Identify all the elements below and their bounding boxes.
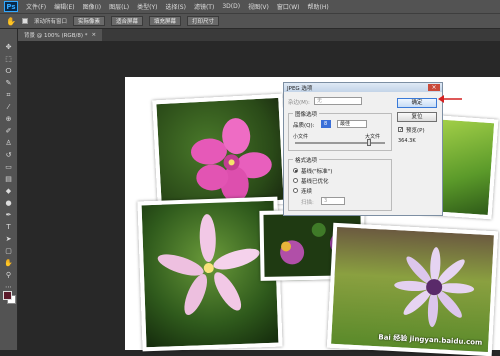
pink-flower-image bbox=[190, 118, 272, 203]
format-options-group: 格式选项 基线("标准") 基线已优化 连续 扫描: 3 bbox=[288, 156, 392, 211]
jpeg-options-dialog: JPEG 选项 × 杂边(M): 无 图像选项 品质(Q): 8 最佳 小文件 … bbox=[283, 82, 443, 216]
matte-select[interactable]: 无 bbox=[314, 97, 362, 105]
doc-tab-label: 背景 @ 100% (RGB/8) * bbox=[24, 33, 88, 39]
scan-label: 扫描: bbox=[301, 200, 314, 206]
scan-select[interactable]: 3 bbox=[321, 197, 345, 205]
preview-label: 预览(P) bbox=[406, 128, 425, 134]
baseline-standard-label: 基线("标准") bbox=[301, 169, 333, 175]
image-options-label: 图像选项 bbox=[293, 110, 320, 118]
ok-button[interactable]: 确定 bbox=[397, 98, 437, 108]
quality-value-input[interactable]: 8 bbox=[321, 120, 331, 128]
baseline-optimized-label: 基线已优化 bbox=[301, 179, 329, 185]
reset-button[interactable]: 复位 bbox=[397, 112, 437, 122]
progressive-label: 连续 bbox=[301, 189, 313, 195]
stamp-tool-icon[interactable]: ♙ bbox=[4, 139, 14, 147]
menu-select[interactable]: 选择(S) bbox=[165, 2, 186, 11]
path-select-tool-icon[interactable]: ➤ bbox=[4, 235, 14, 243]
crop-tool-icon[interactable]: ⌗ bbox=[4, 91, 14, 99]
close-icon[interactable]: × bbox=[428, 84, 440, 91]
menu-3d[interactable]: 3D(D) bbox=[222, 3, 240, 10]
marquee-tool-icon[interactable]: ⬚ bbox=[4, 55, 14, 63]
type-tool-icon[interactable]: T bbox=[4, 223, 14, 231]
quality-label: 品质(Q): bbox=[293, 123, 315, 129]
format-options-label: 格式选项 bbox=[293, 156, 320, 164]
matte-label: 杂边(M): bbox=[288, 100, 310, 106]
lasso-tool-icon[interactable]: ⵔ bbox=[4, 67, 14, 75]
hand-tool-icon[interactable]: ✋ bbox=[6, 17, 16, 26]
fit-screen-button[interactable]: 适合屏幕 bbox=[111, 16, 144, 26]
annotation-arrow bbox=[438, 95, 462, 103]
preview-checkbox[interactable]: ✓ bbox=[398, 127, 403, 133]
eraser-tool-icon[interactable]: ▭ bbox=[4, 163, 14, 171]
shape-tool-icon[interactable]: ▢ bbox=[4, 247, 14, 255]
quality-slider-track[interactable] bbox=[295, 142, 385, 144]
dialog-titlebar[interactable]: JPEG 选项 × bbox=[284, 83, 442, 92]
file-size-label: 364.3K bbox=[398, 138, 416, 144]
photoshop-logo: Ps bbox=[4, 1, 18, 12]
menu-file[interactable]: 文件(F) bbox=[26, 2, 46, 11]
small-file-label: 小文件 bbox=[293, 134, 309, 140]
dialog-title: JPEG 选项 bbox=[287, 85, 313, 92]
scroll-all-checkbox[interactable] bbox=[21, 18, 28, 24]
document-tabs: 背景 @ 100% (RGB/8) * × bbox=[18, 29, 500, 41]
more-tools-icon[interactable]: ⋯ bbox=[4, 283, 14, 291]
healing-tool-icon[interactable]: ⊕ bbox=[4, 115, 14, 123]
menu-type[interactable]: 类型(Y) bbox=[137, 2, 157, 11]
menu-bar: Ps 文件(F) 编辑(E) 图像(I) 图层(L) 类型(Y) 选择(S) 滤… bbox=[0, 0, 500, 13]
menu-layer[interactable]: 图层(L) bbox=[109, 2, 129, 11]
doc-tab[interactable]: 背景 @ 100% (RGB/8) * × bbox=[18, 29, 103, 41]
menu-window[interactable]: 窗口(W) bbox=[277, 2, 300, 11]
baseline-optimized-radio[interactable] bbox=[293, 178, 298, 183]
zoom-tool-icon[interactable]: ⚲ bbox=[4, 271, 14, 279]
quick-select-tool-icon[interactable]: ✎ bbox=[4, 79, 14, 87]
menu-help[interactable]: 帮助(H) bbox=[308, 2, 329, 11]
blur-tool-icon[interactable]: ◆ bbox=[4, 187, 14, 195]
print-size-button[interactable]: 打印尺寸 bbox=[187, 16, 220, 26]
fill-screen-button[interactable]: 填充屏幕 bbox=[149, 16, 182, 26]
eyedropper-tool-icon[interactable]: ⁄ bbox=[4, 103, 14, 111]
foreground-color-swatch[interactable] bbox=[3, 291, 12, 300]
scroll-all-label: 滚动所有窗口 bbox=[33, 19, 67, 25]
menu-edit[interactable]: 编辑(E) bbox=[54, 2, 74, 11]
quality-slider-thumb[interactable] bbox=[367, 139, 371, 146]
pen-tool-icon[interactable]: ✒ bbox=[4, 211, 14, 219]
actual-pixels-button[interactable]: 实际像素 bbox=[72, 16, 105, 26]
menu-filter[interactable]: 滤镜(T) bbox=[194, 2, 214, 11]
close-icon[interactable]: × bbox=[91, 32, 96, 38]
options-bar: ✋ 滚动所有窗口 实际像素 适合屏幕 填充屏幕 打印尺寸 bbox=[0, 13, 500, 29]
dodge-tool-icon[interactable]: ● bbox=[4, 199, 14, 207]
progressive-radio[interactable] bbox=[293, 188, 298, 193]
baseline-standard-radio[interactable] bbox=[293, 168, 298, 173]
move-tool-icon[interactable]: ✥ bbox=[4, 43, 14, 51]
gradient-tool-icon[interactable]: ▤ bbox=[4, 175, 14, 183]
image-options-group: 图像选项 品质(Q): 8 最佳 小文件 大文件 bbox=[288, 110, 392, 151]
history-brush-icon[interactable]: ↺ bbox=[4, 151, 14, 159]
photo-purple-daisy: Bai 经验 jingyan.baidu.com bbox=[326, 222, 499, 356]
menu-view[interactable]: 视图(V) bbox=[248, 2, 269, 11]
quality-level-select[interactable]: 最佳 bbox=[337, 120, 367, 128]
photo-pink-flower bbox=[152, 93, 288, 211]
hand-tool-icon[interactable]: ✋ bbox=[4, 259, 14, 267]
brush-tool-icon[interactable]: ✐ bbox=[4, 127, 14, 135]
menu-image[interactable]: 图像(I) bbox=[83, 2, 101, 11]
